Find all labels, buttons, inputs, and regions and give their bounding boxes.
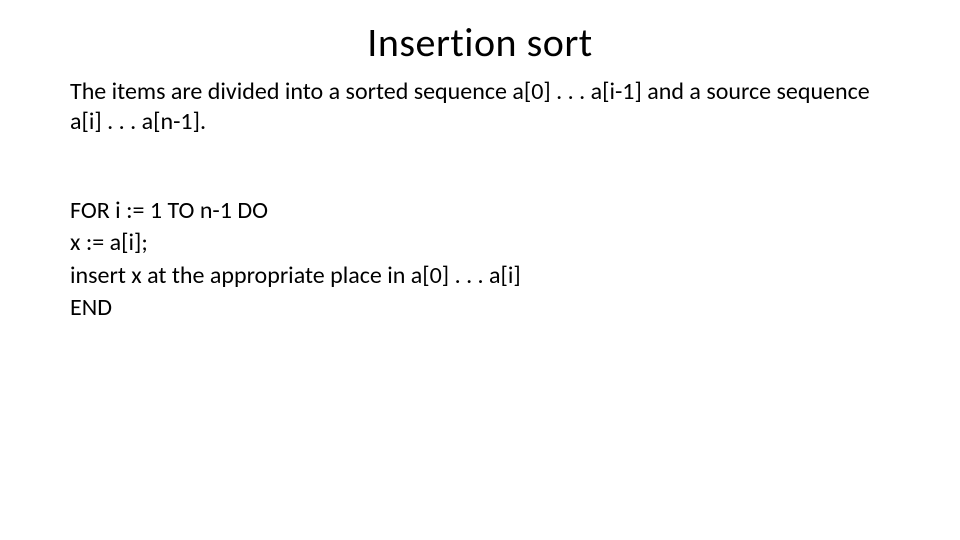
pseudocode-block: FOR i := 1 TO n-1 DO x := a[i]; insert x…: [70, 195, 890, 325]
slide-title: Insertion sort: [70, 18, 890, 67]
code-line: insert x at the appropriate place in a[0…: [70, 260, 890, 292]
slide: Insertion sort The items are divided int…: [0, 0, 960, 540]
code-line: END: [70, 292, 890, 324]
slide-description: The items are divided into a sorted sequ…: [70, 77, 890, 137]
code-line: FOR i := 1 TO n-1 DO: [70, 195, 890, 227]
code-line: x := a[i];: [70, 227, 890, 259]
